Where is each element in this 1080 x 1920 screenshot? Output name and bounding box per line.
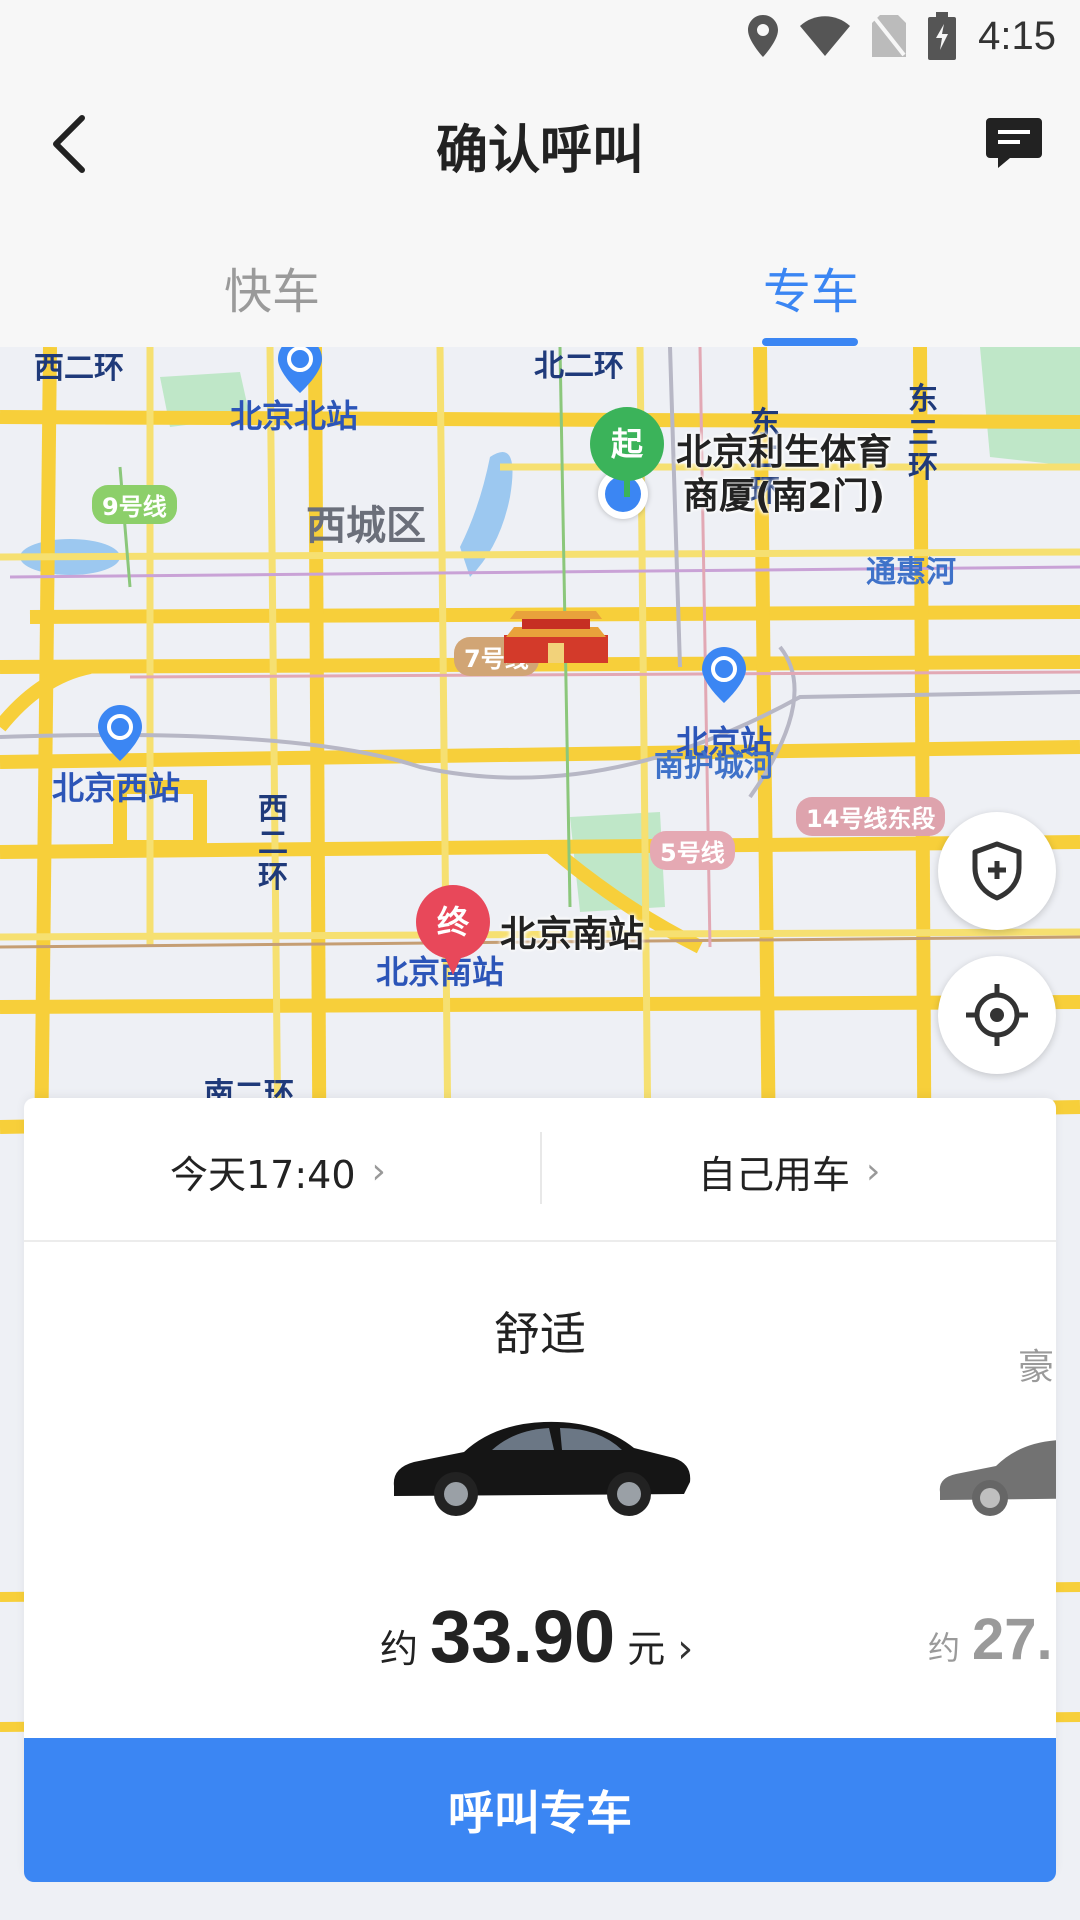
ride-type-tabs: 快车 专车 (0, 212, 1080, 347)
map-label-xicheng: 西城区 (306, 503, 426, 549)
message-button[interactable] (984, 114, 1044, 174)
train-station-icon (278, 347, 322, 393)
shield-plus-icon (972, 841, 1022, 901)
safety-button[interactable] (938, 812, 1056, 930)
map-label-east-3rd-ring: 东三环 (908, 382, 938, 485)
end-pin-label: 终 (436, 903, 469, 941)
crosshair-icon (966, 984, 1028, 1046)
start-pin-label: 起 (610, 425, 643, 463)
start-place-line1: 北京利生体育 (676, 432, 893, 473)
ride-options-row: 今天17:40 › 自己用车 › (24, 1098, 1056, 1242)
map-label-nanhu-river: 南护城河 (654, 749, 774, 784)
wifi-icon (800, 16, 851, 56)
status-bar: 4:15 (0, 0, 1080, 72)
map-label-beijing-west: 北京西站 (52, 769, 181, 807)
car-class-name: 舒适 (494, 1307, 586, 1361)
comfort-price: 约 33.90 元 › (380, 1594, 693, 1679)
locate-button[interactable] (938, 956, 1056, 1074)
start-pin[interactable]: 起 (590, 407, 664, 501)
map-label-west-2nd-ring-lower: 西二环 (258, 792, 288, 895)
start-place-line2: 商厦(南2门) (683, 476, 885, 517)
header: 确认呼叫 (0, 72, 1080, 212)
price-amount: 33.90 (430, 1595, 616, 1678)
call-car-button[interactable]: 呼叫专车 (24, 1738, 1056, 1882)
tab-indicator (762, 338, 858, 346)
end-place-title[interactable]: 北京南站 (500, 913, 644, 957)
rider-label: 自己用车 (698, 1153, 851, 1197)
map-label-tonghui-river: 通惠河 (866, 555, 956, 590)
price-approx-label: 约 (380, 1627, 419, 1671)
map-label-line5: 5号线 (650, 831, 735, 870)
map-label-line9: 9号线 (92, 485, 177, 524)
no-sim-icon (872, 15, 907, 57)
option-divider (540, 1132, 542, 1204)
departure-time-label: 今天17:40 (170, 1153, 356, 1197)
start-place-title[interactable]: 北京利生体育 商厦(南2门) (676, 431, 892, 519)
page-title: 确认呼叫 (435, 121, 644, 181)
chevron-right-icon: › (866, 1151, 881, 1192)
departure-time-option[interactable]: 今天17:40 › (170, 1144, 386, 1199)
train-station-icon (98, 705, 142, 761)
rider-option[interactable]: 自己用车 › (698, 1144, 880, 1199)
sedan-car-image (393, 1421, 691, 1516)
map-label-west-2nd-ring: 西二环 (34, 351, 124, 386)
location-icon (748, 15, 779, 57)
chevron-right-icon: › (677, 1626, 694, 1672)
message-icon (986, 118, 1042, 168)
car-class-name: 豪 (1018, 1347, 1055, 1388)
luxury-price: 约 27. (928, 1606, 1053, 1673)
chevron-right-icon: › (371, 1151, 386, 1192)
map-label-north-2nd-ring: 北二环 (534, 349, 624, 384)
price-amount: 27. (972, 1607, 1053, 1672)
train-station-icon (702, 647, 746, 703)
battery-charging-icon (928, 12, 957, 60)
map-label-beijing-north: 北京北站 (230, 397, 359, 435)
price-unit: 元 (627, 1627, 666, 1671)
tiananmen-landmark-icon (504, 611, 608, 663)
map-label-line14: 14号线东段 (796, 797, 946, 836)
status-time: 4:15 (978, 13, 1056, 58)
sedan-car-image (939, 1440, 1056, 1516)
tab-express[interactable]: 快车 (224, 252, 320, 322)
end-pin[interactable]: 终 (416, 885, 490, 979)
price-approx-label: 约 (928, 1629, 961, 1667)
tab-premium[interactable]: 专车 (763, 252, 859, 322)
